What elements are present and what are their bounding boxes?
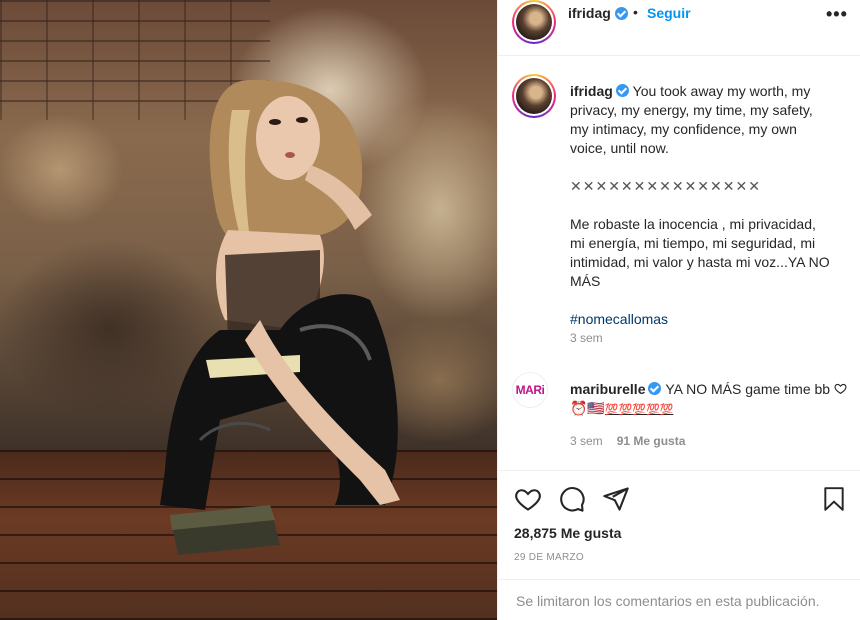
caption-avatar[interactable] [512,74,556,118]
follow-button[interactable]: Seguir [647,5,691,21]
commenter-avatar[interactable]: MARi [512,372,548,408]
post-date[interactable]: 29 DE MARZO [514,552,584,563]
comment-icon[interactable] [558,485,586,518]
commenter-username[interactable]: mariburelle [570,381,645,397]
separator-dot: • [633,4,638,20]
heart-icon[interactable] [514,485,542,518]
post-header: ifridag • Seguir ••• [498,0,860,56]
author-avatar[interactable] [512,0,556,44]
caption-spanish-text: Me robaste la inocencia , mi privacidad,… [570,216,830,289]
post-likes-count[interactable]: 28,875 Me gusta [514,525,621,541]
comment-emoji: ⏰🇺🇸 [570,400,605,416]
post-details-panel: ifridag • Seguir ••• ifridag You took aw… [497,0,860,620]
author-username[interactable]: ifridag [568,5,611,21]
bookmark-icon[interactable] [821,485,847,518]
caption-timestamp[interactable]: 3 sem [570,329,832,348]
comment-like-heart-icon[interactable] [834,382,847,395]
verified-badge-icon [648,382,662,395]
caption-username[interactable]: ifridag [570,83,613,99]
comments-limited-notice: Se limitaron los comentarios en esta pub… [498,579,860,620]
post-actions-section: 28,875 Me gusta 29 DE MARZO Se limitaron… [498,470,860,620]
caption-hashtag-link[interactable]: #nomecallomas [570,311,668,327]
comment-likes[interactable]: 91 Me gusta [617,434,686,448]
verified-badge-icon [615,84,629,97]
verified-badge-icon [615,7,628,20]
photo-subject-figure [160,79,400,555]
caption-separator: ✕✕✕✕✕✕✕✕✕✕✕✕✕✕✕ [570,178,761,194]
comment-text: YA NO MÁS game time bb [665,381,831,397]
comment-timestamp[interactable]: 3 sem [570,434,603,448]
comment-hundreds-emoji: 💯💯💯💯💯 [604,404,674,416]
share-icon[interactable] [602,485,630,518]
more-options-icon[interactable]: ••• [826,4,848,25]
post-photo[interactable] [0,0,497,620]
